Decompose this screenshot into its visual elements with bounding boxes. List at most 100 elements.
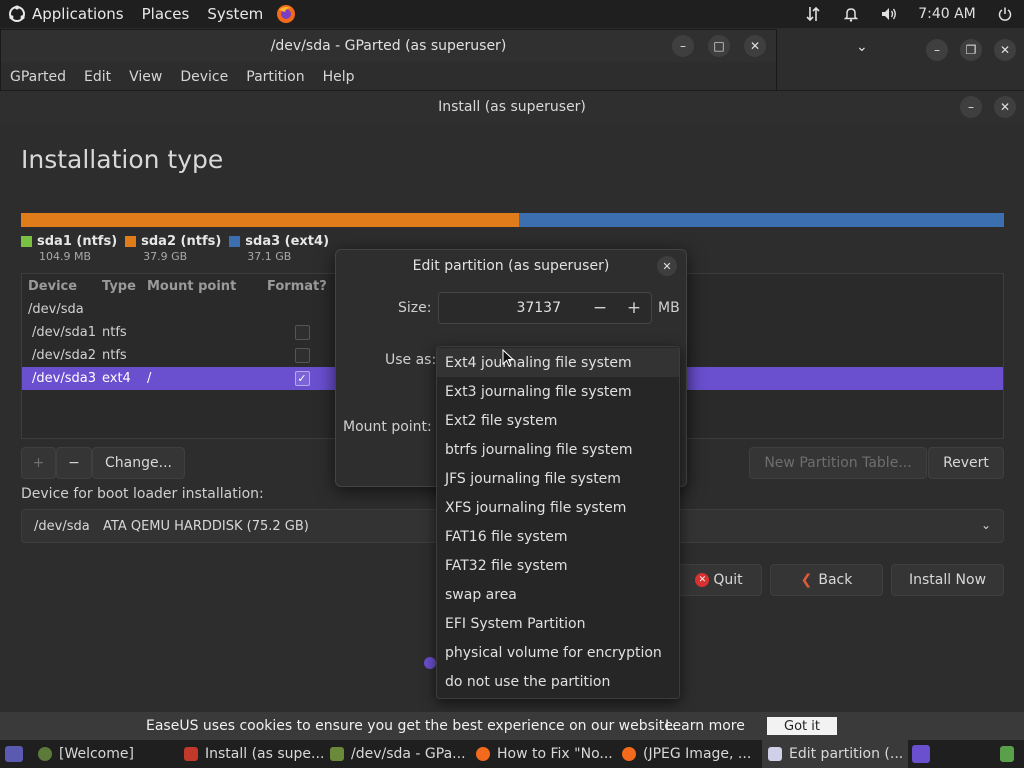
format-checkbox-checked[interactable]: ✓ [294,371,310,386]
taskbar-item-install[interactable]: Install (as supe... [178,740,324,768]
boot-device: /dev/sda [34,518,90,534]
option-fat16[interactable]: FAT16 file system [437,522,679,551]
taskbar-item-firefox-1[interactable]: How to Fix "No... [470,740,616,768]
menu-edit[interactable]: Edit [75,69,120,85]
volume-icon[interactable] [870,0,908,28]
taskbar-item-firefox-2[interactable]: (JPEG Image, ... [616,740,762,768]
option-do-not-use[interactable]: do not use the partition [437,667,679,696]
gparted-window: /dev/sda - GParted (as superuser) – □ ✕ … [0,29,777,93]
header-device[interactable]: Device [22,279,102,294]
taskbar-item-welcome[interactable]: [Welcome] [32,740,178,768]
size-spinner[interactable]: 37137 − + [438,292,652,324]
show-desktop-icon[interactable] [0,740,32,768]
legend-name: sda2 (ntfs) [141,234,222,249]
menu-device[interactable]: Device [171,69,237,85]
dialog-titlebar[interactable]: Edit partition (as superuser) ✕ [336,250,686,282]
option-swap[interactable]: swap area [437,580,679,609]
got-it-button[interactable]: Got it [767,717,837,735]
option-fat32[interactable]: FAT32 file system [437,551,679,580]
dialog-title: Edit partition (as superuser) [412,258,610,274]
menu-view[interactable]: View [120,69,171,85]
format-checkbox[interactable] [294,325,310,340]
network-icon[interactable] [794,0,832,28]
menu-partition[interactable]: Partition [237,69,313,85]
option-xfs[interactable]: XFS journaling file system [437,493,679,522]
learn-more-link[interactable]: Learn more [665,718,745,734]
option-efi[interactable]: EFI System Partition [437,609,679,638]
minimize-icon[interactable]: – [672,35,694,57]
page-title: Installation type [21,145,224,174]
change-partition-button[interactable]: Change... [92,447,185,479]
window-icon [768,747,782,761]
size-unit: MB [658,300,680,316]
install-titlebar[interactable]: Install (as superuser) – ✕ [0,91,1024,123]
chevron-down-icon[interactable]: ⌄ [856,39,868,55]
firefox-icon [622,747,636,761]
format-checkbox[interactable] [294,348,310,363]
taskbar-item-gparted[interactable]: /dev/sda - GPa... [324,740,470,768]
close-icon[interactable]: ✕ [744,35,766,57]
taskbar-item-edit-partition[interactable]: Edit partition (... [762,740,908,768]
taskbar-label: (JPEG Image, ... [643,746,752,762]
firefox-icon [476,747,490,761]
menu-gparted[interactable]: GParted [1,69,75,85]
firefox-launcher-icon[interactable] [272,0,300,28]
decrease-icon[interactable]: − [583,293,617,323]
header-format[interactable]: Format? [267,279,337,294]
option-ext4[interactable]: Ext4 journaling file system [437,348,679,377]
trash-icon[interactable] [994,740,1024,768]
maximize-icon[interactable]: □ [708,35,730,57]
applications-menu[interactable]: Applications [32,0,133,28]
taskbar-label: Install (as supe... [205,746,324,762]
legend-name: sda1 (ntfs) [37,234,118,249]
remove-partition-button[interactable]: − [56,447,92,479]
clock[interactable]: 7:40 AM [908,0,986,28]
close-icon[interactable]: ✕ [994,39,1016,61]
workspace-switcher-icon[interactable] [908,740,938,768]
restore-icon[interactable]: ❐ [960,39,982,61]
chevron-down-icon: ⌄ [980,518,991,532]
option-ext2[interactable]: Ext2 file system [437,406,679,435]
gparted-menubar: GParted Edit View Device Partition Help [1,62,776,92]
system-menu[interactable]: System [198,0,272,28]
new-partition-table-button[interactable]: New Partition Table... [749,447,927,479]
welcome-icon [38,747,52,761]
progress-dot [424,657,436,669]
power-icon[interactable] [986,0,1024,28]
quit-icon: ✕ [695,573,710,587]
option-ext3[interactable]: Ext3 journaling file system [437,377,679,406]
legend-swatch [229,236,241,247]
option-encryption[interactable]: physical volume for encryption [437,638,679,667]
minimize-icon[interactable]: – [926,39,948,61]
install-now-button[interactable]: Install Now [891,564,1004,596]
quit-button[interactable]: ✕ Quit [676,564,762,596]
notification-bell-icon[interactable] [832,0,870,28]
add-partition-button[interactable]: + [21,447,56,479]
minimize-icon[interactable]: – [960,96,982,118]
option-btrfs[interactable]: btrfs journaling file system [437,435,679,464]
legend-item: sda1 (ntfs) 104.9 MB [21,234,117,263]
option-jfs[interactable]: JFS journaling file system [437,464,679,493]
legend-size: 104.9 MB [39,250,92,263]
back-button[interactable]: ❮ Back [770,564,883,596]
mouse-cursor-icon [502,349,514,367]
installer-icon [184,747,198,761]
boot-device-desc: ATA QEMU HARDDISK (75.2 GB) [103,518,309,534]
disk-segment-sda3 [519,213,1004,227]
size-input[interactable]: 37137 [439,300,583,316]
gparted-titlebar[interactable]: /dev/sda - GParted (as superuser) – □ ✕ [1,30,776,62]
ubuntu-logo-icon[interactable] [0,0,32,28]
header-type[interactable]: Type [102,279,147,294]
taskbar-label[interactable]: Edit partition (... [789,746,903,762]
menu-help[interactable]: Help [314,69,364,85]
row-device: /dev/sda3 [32,371,96,386]
gparted-title: /dev/sda - GParted (as superuser) [270,38,507,54]
places-menu[interactable]: Places [133,0,199,28]
header-mount[interactable]: Mount point [147,279,267,294]
row-type: ntfs [102,325,127,340]
revert-button[interactable]: Revert [928,447,1004,479]
close-icon[interactable]: ✕ [994,96,1016,118]
close-icon[interactable]: ✕ [657,256,677,276]
increase-icon[interactable]: + [617,293,651,323]
use-as-dropdown-list: Ext4 journaling file system Ext3 journal… [436,346,680,699]
